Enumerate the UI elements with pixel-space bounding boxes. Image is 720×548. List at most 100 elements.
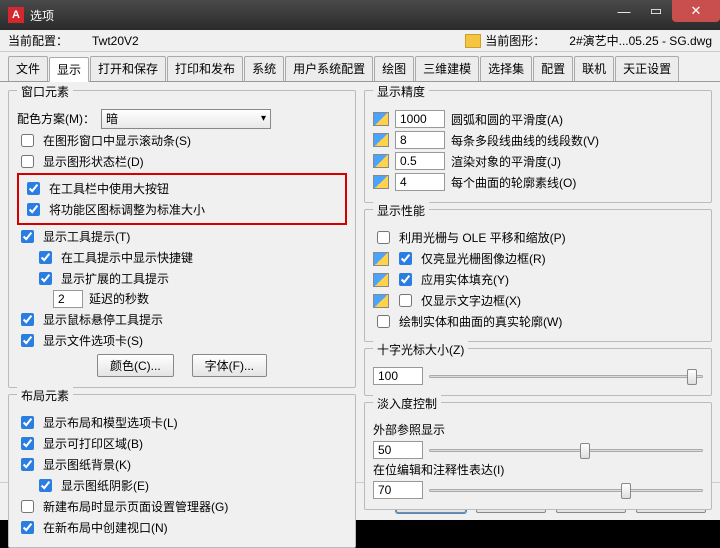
chk-tooltips[interactable] bbox=[21, 230, 34, 243]
label-paper-bg: 显示图纸背景(K) bbox=[43, 456, 131, 474]
chk-file-tabs[interactable] bbox=[21, 334, 34, 347]
reg-icon bbox=[373, 175, 389, 189]
input-surface-contour[interactable] bbox=[395, 173, 445, 191]
tab-system[interactable]: 系统 bbox=[244, 56, 284, 81]
current-drawing-value: 2#演艺中...05.25 - SG.dwg bbox=[569, 32, 712, 49]
label-large-buttons: 在工具栏中使用大按钮 bbox=[49, 180, 169, 198]
reg-icon bbox=[373, 252, 389, 266]
group-display-precision: 显示精度 圆弧和圆的平滑度(A) 每条多段线曲线的线段数(V) 渲染对象的平滑度… bbox=[364, 90, 712, 203]
profile-bar: 当前配置： Twt20V2 当前图形： 2#演艺中...05.25 - SG.d… bbox=[0, 30, 720, 52]
reg-icon bbox=[373, 112, 389, 126]
label-true-silh: 绘制实体和曲面的真实轮廓(W) bbox=[399, 313, 562, 331]
chk-ext-tooltip[interactable] bbox=[39, 272, 52, 285]
drawing-icon bbox=[465, 34, 481, 48]
app-icon: A bbox=[8, 7, 24, 23]
chk-scrollbars[interactable] bbox=[21, 134, 34, 147]
minimize-button[interactable]: — bbox=[608, 0, 640, 22]
label-layout-model-tabs: 显示布局和模型选项卡(L) bbox=[43, 414, 178, 432]
legend-crosshair-size: 十字光标大小(Z) bbox=[373, 341, 468, 358]
btn-fonts[interactable]: 字体(F)... bbox=[192, 354, 267, 377]
highlight-box: 在工具栏中使用大按钮 将功能区图标调整为标准大小 bbox=[17, 173, 347, 225]
label-tooltip-shortcut: 在工具提示中显示快捷键 bbox=[61, 249, 193, 267]
tabs: 文件 显示 打开和保存 打印和发布 系统 用户系统配置 绘图 三维建模 选择集 … bbox=[0, 52, 720, 82]
chk-tooltip-shortcut[interactable] bbox=[39, 251, 52, 264]
chk-layout-model-tabs[interactable] bbox=[21, 416, 34, 429]
reg-icon bbox=[373, 273, 389, 287]
legend-display-precision: 显示精度 bbox=[373, 83, 429, 100]
btn-colors[interactable]: 颜色(C)... bbox=[97, 354, 174, 377]
select-color-scheme[interactable]: 暗 bbox=[101, 109, 271, 129]
input-crosshair-size[interactable] bbox=[373, 367, 423, 385]
tab-user-prefs[interactable]: 用户系统配置 bbox=[285, 56, 373, 81]
tab-profiles[interactable]: 配置 bbox=[533, 56, 573, 81]
slider-xref-fade[interactable] bbox=[429, 441, 703, 459]
window-title: 选项 bbox=[30, 7, 54, 24]
label-hover-tooltip: 显示鼠标悬停工具提示 bbox=[43, 311, 163, 329]
chk-page-setup-mgr[interactable] bbox=[21, 500, 34, 513]
input-xref-fade[interactable] bbox=[373, 441, 423, 459]
tab-plot-publish[interactable]: 打印和发布 bbox=[167, 56, 243, 81]
label-ext-tooltip: 显示扩展的工具提示 bbox=[61, 270, 169, 288]
slider-inplace-fade[interactable] bbox=[429, 481, 703, 499]
group-crosshair-size: 十字光标大小(Z) bbox=[364, 348, 712, 396]
label-color-scheme: 配色方案(M)： bbox=[17, 110, 95, 128]
input-polyline-segs[interactable] bbox=[395, 131, 445, 149]
slider-crosshair-size[interactable] bbox=[429, 367, 703, 385]
chk-hover-tooltip[interactable] bbox=[21, 313, 34, 326]
label-inplace-fade: 在位编辑和注释性表达(I) bbox=[373, 461, 504, 479]
input-inplace-fade[interactable] bbox=[373, 481, 423, 499]
current-drawing-label: 当前图形： bbox=[485, 32, 545, 49]
input-arc-smoothness[interactable] bbox=[395, 110, 445, 128]
content-area: 窗口元素 配色方案(M)： 暗 在图形窗口中显示滚动条(S) 显示图形状态栏(D… bbox=[0, 82, 720, 482]
reg-icon bbox=[373, 294, 389, 308]
label-solid-fill: 应用实体填充(Y) bbox=[421, 271, 509, 289]
tab-open-save[interactable]: 打开和保存 bbox=[90, 56, 166, 81]
chk-printable-area[interactable] bbox=[21, 437, 34, 450]
maximize-button[interactable]: ▭ bbox=[640, 0, 672, 22]
tab-drafting[interactable]: 绘图 bbox=[374, 56, 414, 81]
reg-icon bbox=[373, 154, 389, 168]
chk-large-buttons[interactable] bbox=[27, 182, 40, 195]
tab-online[interactable]: 联机 bbox=[574, 56, 614, 81]
label-polyline-segs: 每条多段线曲线的线段数(V) bbox=[451, 132, 599, 149]
group-fade-control: 淡入度控制 外部参照显示 在位编辑和注释性表达(I) bbox=[364, 402, 712, 510]
tab-3d-modeling[interactable]: 三维建模 bbox=[415, 56, 479, 81]
close-button[interactable]: ✕ bbox=[672, 0, 720, 22]
label-highlight-raster: 仅亮显光栅图像边框(R) bbox=[421, 250, 546, 268]
legend-window-elements: 窗口元素 bbox=[17, 83, 73, 100]
chk-solid-fill[interactable] bbox=[399, 273, 412, 286]
chk-highlight-raster[interactable] bbox=[399, 252, 412, 265]
tab-display[interactable]: 显示 bbox=[49, 57, 89, 82]
label-render-smoothness: 渲染对象的平滑度(J) bbox=[451, 153, 561, 170]
label-delay-seconds: 延迟的秒数 bbox=[89, 290, 149, 308]
label-page-setup-mgr: 新建布局时显示页面设置管理器(G) bbox=[43, 498, 228, 516]
chk-statusbar[interactable] bbox=[21, 155, 34, 168]
tab-tzheng[interactable]: 天正设置 bbox=[615, 56, 679, 81]
group-layout-elements: 布局元素 显示布局和模型选项卡(L) 显示可打印区域(B) 显示图纸背景(K) … bbox=[8, 394, 356, 548]
right-column: 显示精度 圆弧和圆的平滑度(A) 每条多段线曲线的线段数(V) 渲染对象的平滑度… bbox=[364, 90, 712, 474]
chk-paper-shadow[interactable] bbox=[39, 479, 52, 492]
legend-display-performance: 显示性能 bbox=[373, 202, 429, 219]
legend-layout-elements: 布局元素 bbox=[17, 387, 73, 404]
label-xref-fade: 外部参照显示 bbox=[373, 421, 445, 439]
window-controls: — ▭ ✕ bbox=[608, 0, 720, 22]
tab-selection[interactable]: 选择集 bbox=[480, 56, 532, 81]
input-render-smoothness[interactable] bbox=[395, 152, 445, 170]
chk-ribbon-std-size[interactable] bbox=[27, 203, 40, 216]
current-profile-value: Twt20V2 bbox=[92, 34, 139, 48]
chk-true-silh[interactable] bbox=[377, 315, 390, 328]
group-display-performance: 显示性能 利用光栅与 OLE 平移和缩放(P) 仅亮显光栅图像边框(R) 应用实… bbox=[364, 209, 712, 342]
chk-viewport-new[interactable] bbox=[21, 521, 34, 534]
label-file-tabs: 显示文件选项卡(S) bbox=[43, 332, 143, 350]
label-ribbon-std-size: 将功能区图标调整为标准大小 bbox=[49, 201, 205, 219]
label-surface-contour: 每个曲面的轮廓素线(O) bbox=[451, 174, 576, 191]
label-scrollbars: 在图形窗口中显示滚动条(S) bbox=[43, 132, 191, 150]
chk-paper-bg[interactable] bbox=[21, 458, 34, 471]
chk-raster-ole[interactable] bbox=[377, 231, 390, 244]
chk-text-frame[interactable] bbox=[399, 294, 412, 307]
input-delay-seconds[interactable] bbox=[53, 290, 83, 308]
tab-file[interactable]: 文件 bbox=[8, 56, 48, 81]
label-raster-ole: 利用光栅与 OLE 平移和缩放(P) bbox=[399, 229, 566, 247]
current-profile-label: 当前配置： bbox=[8, 32, 68, 49]
left-column: 窗口元素 配色方案(M)： 暗 在图形窗口中显示滚动条(S) 显示图形状态栏(D… bbox=[8, 90, 356, 474]
